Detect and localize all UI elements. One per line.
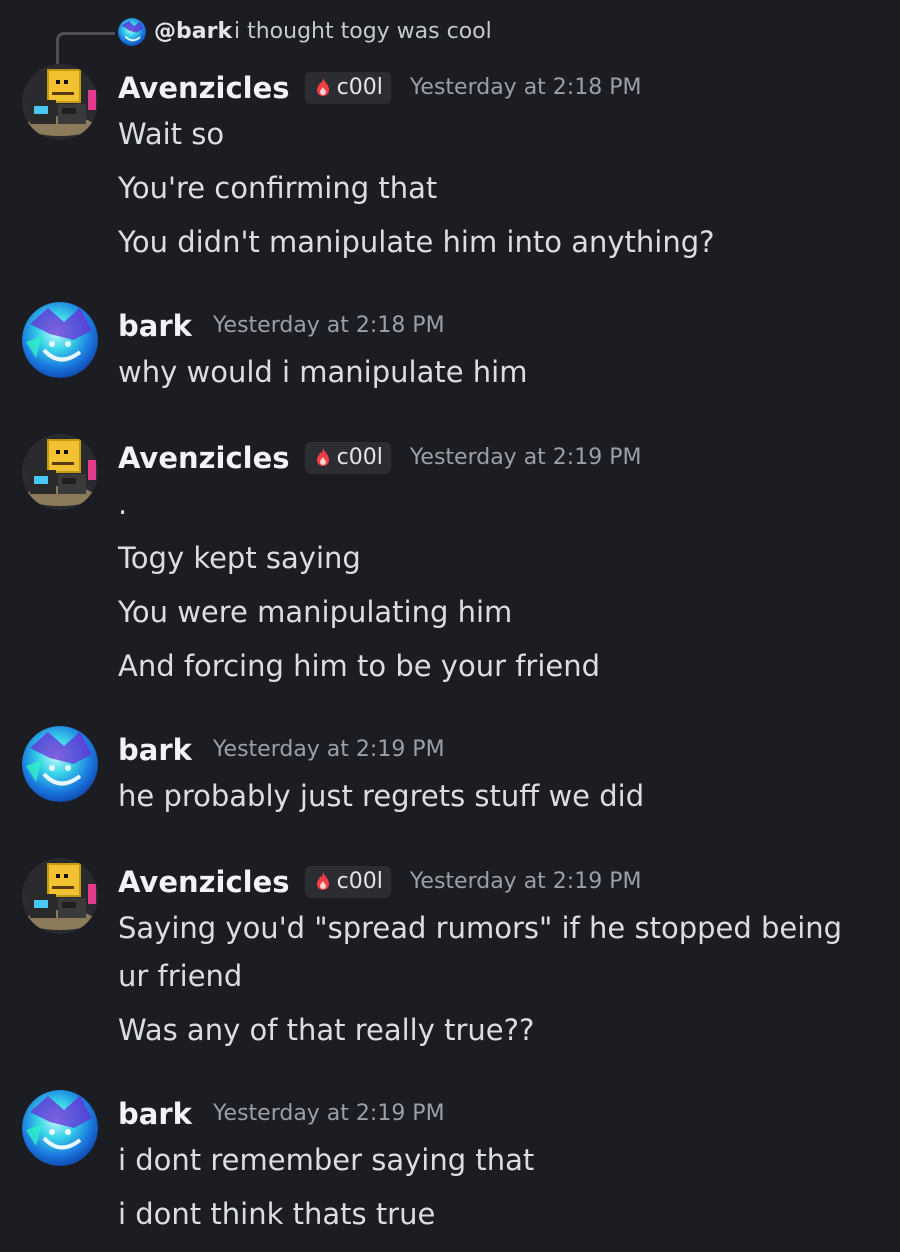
role-label: c00l <box>336 445 383 470</box>
message-line: You didn't manipulate him into anything? <box>118 225 715 259</box>
avenzicles-avatar-icon <box>22 64 98 140</box>
username[interactable]: Avenzicles <box>118 438 290 478</box>
message-line: Togy kept saying <box>118 541 361 575</box>
avatar[interactable] <box>22 726 98 802</box>
message-header: Avenzicles c00l Yesterday at 2:19 PM <box>118 862 641 902</box>
role-label: c00l <box>336 869 383 894</box>
timestamp[interactable]: Yesterday at 2:19 PM <box>410 862 642 902</box>
message-line: why would i manipulate him <box>118 355 528 389</box>
message-line: . <box>118 487 128 521</box>
message-line: i dont think thats true <box>118 1197 436 1231</box>
flame-icon <box>316 448 329 466</box>
chat-log: @bark i thought togy was cool Avenzicles <box>0 0 900 1252</box>
username[interactable]: bark <box>118 1094 192 1134</box>
message-header: Avenzicles c00l Yesterday at 2:18 PM <box>118 68 641 108</box>
reply-text[interactable]: i thought togy was cool <box>234 18 492 46</box>
bark-avatar-icon <box>22 302 98 378</box>
username[interactable]: bark <box>118 306 192 346</box>
message-line: he probably just regrets stuff we did <box>118 779 645 813</box>
bark-avatar-icon <box>22 1090 98 1166</box>
message-header: Avenzicles c00l Yesterday at 2:19 PM <box>118 438 641 478</box>
avenzicles-avatar-icon <box>22 434 98 510</box>
message-header: bark Yesterday at 2:19 PM <box>118 1094 445 1134</box>
flame-icon <box>316 872 329 890</box>
message-line: Wait so <box>118 117 225 151</box>
message-line: You're confirming that <box>118 171 438 205</box>
role-badge[interactable]: c00l <box>304 72 391 104</box>
reply-author[interactable]: @bark <box>154 18 232 46</box>
username[interactable]: Avenzicles <box>118 862 290 902</box>
timestamp[interactable]: Yesterday at 2:19 PM <box>213 730 445 770</box>
avenzicles-avatar-icon <box>22 858 98 934</box>
timestamp[interactable]: Yesterday at 2:18 PM <box>410 68 642 108</box>
avatar[interactable] <box>22 434 98 510</box>
avatar[interactable] <box>22 1090 98 1166</box>
avatar[interactable] <box>22 64 98 140</box>
message-line: You were manipulating him <box>118 595 513 629</box>
message-line: i dont remember saying that <box>118 1143 535 1177</box>
message-line: And forcing him to be your friend <box>118 649 601 683</box>
username[interactable]: bark <box>118 730 192 770</box>
username[interactable]: Avenzicles <box>118 68 290 108</box>
avatar[interactable] <box>22 302 98 378</box>
role-badge[interactable]: c00l <box>304 442 391 474</box>
role-badge[interactable]: c00l <box>304 866 391 898</box>
timestamp[interactable]: Yesterday at 2:19 PM <box>410 438 642 478</box>
timestamp[interactable]: Yesterday at 2:19 PM <box>213 1094 445 1134</box>
reply-preview[interactable]: @bark i thought togy was cool <box>0 14 900 71</box>
bark-avatar-icon <box>22 726 98 802</box>
role-label: c00l <box>336 75 383 100</box>
timestamp[interactable]: Yesterday at 2:18 PM <box>213 306 445 346</box>
flame-icon <box>316 78 329 96</box>
avatar[interactable] <box>22 858 98 934</box>
message-header: bark Yesterday at 2:19 PM <box>118 730 445 770</box>
reply-avatar[interactable] <box>118 18 146 46</box>
message-header: bark Yesterday at 2:18 PM <box>118 306 445 346</box>
message-line: Saying you'd "spread rumors" if he stopp… <box>118 911 843 993</box>
message-line: Was any of that really true?? <box>118 1013 535 1047</box>
